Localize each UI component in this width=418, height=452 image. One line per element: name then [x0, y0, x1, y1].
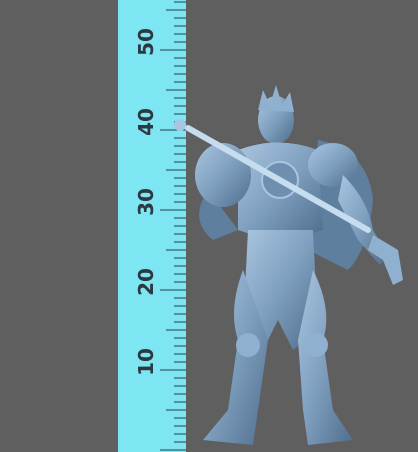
- claw-hand: [368, 235, 403, 285]
- left-pauldron: [195, 143, 251, 207]
- scene: 10 20 30 40 50: [0, 0, 418, 452]
- ruler-label-10: 10: [134, 348, 158, 376]
- ruler-label-30: 30: [134, 188, 158, 216]
- right-pauldron: [308, 143, 358, 187]
- ruler-label-40: 40: [134, 108, 158, 136]
- left-knee: [236, 333, 260, 357]
- miniature-figure: [174, 85, 403, 445]
- ruler-label-50: 50: [134, 28, 158, 56]
- ruler-label-20: 20: [134, 268, 158, 296]
- sword-pommel: [174, 119, 186, 131]
- right-knee: [304, 333, 328, 357]
- hair-spikes: [258, 85, 294, 112]
